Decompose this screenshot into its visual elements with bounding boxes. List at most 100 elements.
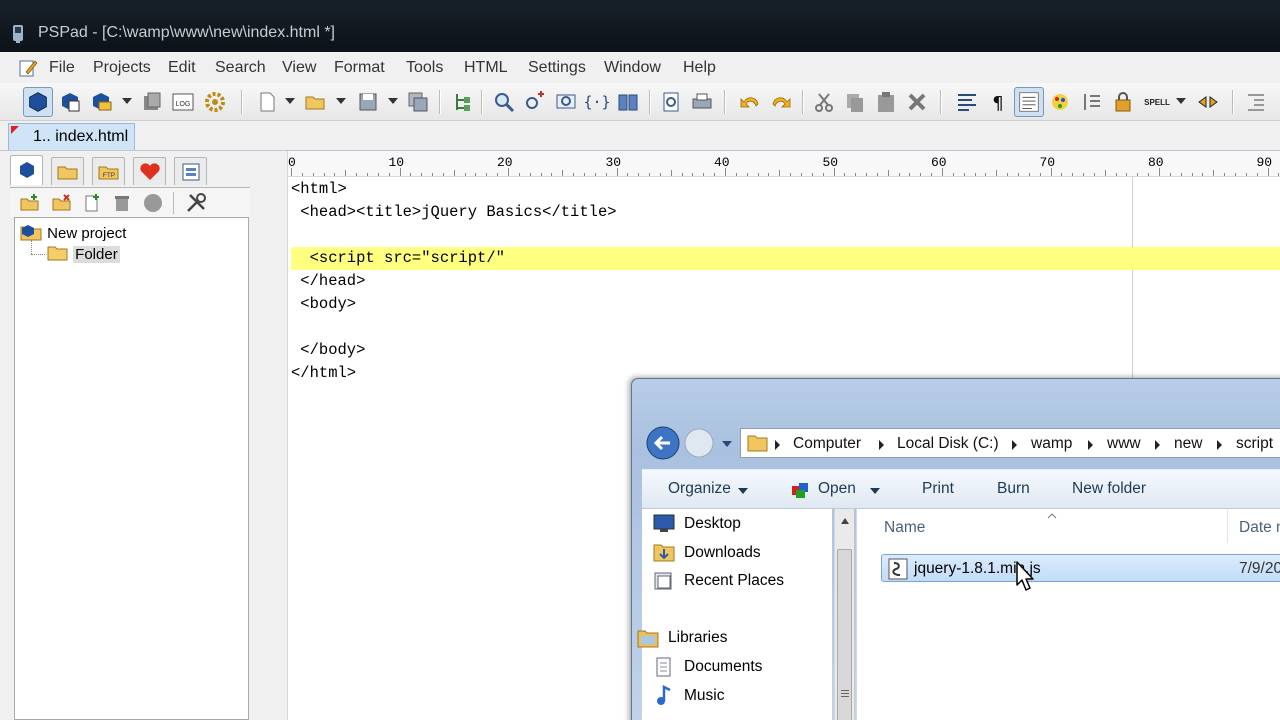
book-icon[interactable] (616, 90, 640, 114)
burn-button[interactable]: Burn (997, 480, 1030, 498)
tab-ftp[interactable]: FTP (92, 157, 125, 185)
cut-icon[interactable] (812, 90, 836, 114)
project-status-icon[interactable] (143, 193, 163, 213)
open-project-icon[interactable] (58, 90, 82, 114)
remove-folder-icon[interactable] (52, 193, 72, 213)
code-line[interactable]: <head><title>jQuery Basics</title> (291, 201, 1280, 224)
back-button[interactable] (646, 426, 680, 460)
tab-files[interactable] (51, 157, 84, 185)
add-folder-icon[interactable] (20, 193, 40, 213)
breadcrumb-arrow[interactable] (1012, 440, 1017, 450)
find-icon[interactable] (492, 90, 516, 114)
bookmark-icon[interactable] (1196, 90, 1220, 114)
code-line[interactable]: <html> (291, 178, 1280, 201)
delete-icon[interactable] (905, 90, 929, 114)
text-view-icon[interactable] (1014, 87, 1044, 117)
color-icon[interactable] (1048, 90, 1072, 114)
clipboard-icon[interactable] (140, 90, 164, 114)
breadcrumb-wamp[interactable]: wamp (1031, 435, 1072, 453)
log-icon[interactable]: LOG (171, 90, 195, 114)
reopen-project-icon[interactable] (89, 90, 113, 114)
organize-dropdown-arrow[interactable] (738, 488, 748, 494)
redo-icon[interactable] (769, 90, 793, 114)
tree-icon[interactable] (450, 90, 474, 114)
replace-icon[interactable] (523, 90, 547, 114)
menu-format[interactable]: Format (334, 59, 385, 77)
menu-tools[interactable]: Tools (406, 59, 443, 77)
code-line[interactable]: <body> (291, 293, 1280, 316)
settings-icon[interactable] (203, 90, 227, 114)
menu-search[interactable]: Search (215, 59, 266, 77)
copy-icon[interactable] (843, 90, 867, 114)
pilcrow-icon[interactable]: ¶ (986, 90, 1010, 114)
code-line[interactable] (291, 224, 1280, 247)
add-file-icon[interactable] (82, 193, 102, 213)
menu-help[interactable]: Help (683, 59, 716, 77)
bracket-icon[interactable]: {·} (585, 90, 609, 114)
nav-downloads[interactable]: Downloads (684, 544, 761, 562)
save-dropdown-arrow[interactable] (388, 98, 398, 104)
menu-settings[interactable]: Settings (528, 59, 586, 77)
preview-icon[interactable] (659, 90, 683, 114)
column-date-header[interactable]: Date m (1239, 519, 1280, 537)
find-in-files-icon[interactable] (554, 90, 578, 114)
menu-projects[interactable]: Projects (93, 59, 151, 77)
menu-window[interactable]: Window (604, 59, 661, 77)
breadcrumb-local-disk[interactable]: Local Disk (C:) (897, 435, 999, 453)
scroll-thumb[interactable] (837, 549, 852, 720)
breadcrumb-computer[interactable]: Computer (793, 435, 861, 453)
breadcrumb-script[interactable]: script (1236, 435, 1273, 453)
reopen-dropdown-arrow[interactable] (122, 98, 132, 104)
open-button[interactable]: Open (818, 480, 856, 498)
column-name-header[interactable]: Name (884, 519, 925, 537)
remove-file-icon[interactable] (112, 193, 132, 213)
nav-music[interactable]: Music (684, 687, 724, 705)
project-settings-icon[interactable] (184, 191, 208, 215)
menu-html[interactable]: HTML (464, 59, 508, 77)
new-file-dropdown-arrow[interactable] (285, 98, 295, 104)
menu-view[interactable]: View (282, 59, 316, 77)
recent-pages-arrow[interactable] (721, 439, 733, 449)
nav-desktop[interactable]: Desktop (684, 515, 741, 533)
code-line[interactable]: </body> (291, 339, 1280, 362)
breadcrumb-www[interactable]: www (1107, 435, 1141, 453)
spell-dropdown-arrow[interactable] (1176, 98, 1186, 104)
paste-icon[interactable] (874, 90, 898, 114)
forward-button[interactable] (684, 428, 714, 458)
spell-icon[interactable]: SPELL (1143, 90, 1171, 114)
nav-libraries[interactable]: Libraries (668, 629, 727, 647)
code-line[interactable] (291, 316, 1280, 339)
tree-folder-item[interactable]: Folder (47, 244, 120, 263)
wrap-icon[interactable] (955, 90, 979, 114)
tab-templates[interactable] (174, 157, 207, 185)
file-row-jquery[interactable]: jquery-1.8.1.min.js 7/9/20 (881, 554, 1280, 582)
menu-edit[interactable]: Edit (168, 59, 196, 77)
scroll-up-icon[interactable] (840, 517, 850, 525)
code-line[interactable]: </head> (291, 270, 1280, 293)
tree-root-project[interactable]: New project (19, 222, 126, 242)
new-file-icon[interactable] (255, 90, 279, 114)
column-icon[interactable] (1080, 90, 1104, 114)
menu-file[interactable]: File (49, 59, 75, 77)
breadcrumb-arrow[interactable] (879, 440, 884, 450)
breadcrumb-arrow[interactable] (1217, 440, 1222, 450)
tab-favorites[interactable] (133, 157, 166, 185)
tab-index-html[interactable]: 1.. index.html (8, 123, 135, 150)
breadcrumb-arrow[interactable] (775, 440, 780, 450)
save-all-icon[interactable] (406, 90, 430, 114)
breadcrumb-arrow[interactable] (1088, 440, 1093, 450)
code-line-current[interactable]: <script src="script/" (291, 247, 1280, 270)
indent-icon[interactable] (1244, 90, 1268, 114)
project-icon[interactable] (23, 87, 53, 117)
print-button[interactable]: Print (922, 480, 954, 498)
nav-recent-places[interactable]: Recent Places (684, 572, 784, 590)
lock-icon[interactable] (1111, 90, 1135, 114)
address-bar[interactable]: Computer Local Disk (C:) wamp www new sc… (740, 428, 1280, 458)
tab-projects[interactable] (10, 155, 43, 185)
open-file-icon[interactable] (304, 90, 328, 114)
new-folder-button[interactable]: New folder (1072, 480, 1146, 498)
organize-button[interactable]: Organize (668, 480, 731, 498)
breadcrumb-new[interactable]: new (1174, 435, 1202, 453)
breadcrumb-arrow[interactable] (1155, 440, 1160, 450)
open-dropdown-arrow[interactable] (870, 488, 880, 494)
